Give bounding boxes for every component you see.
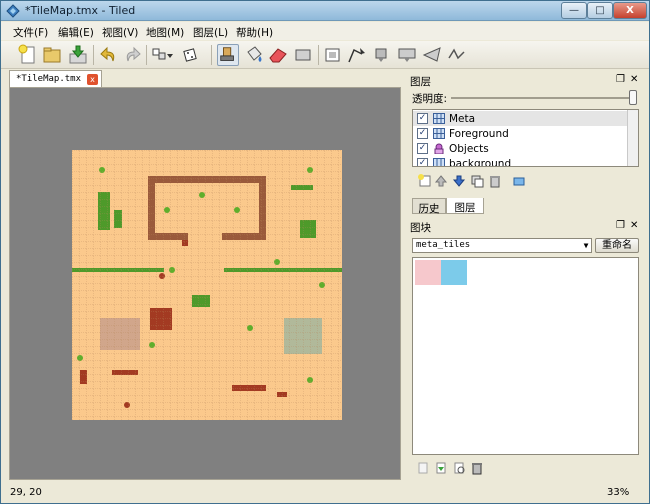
tile-map-canvas[interactable] [72,150,342,420]
main-toolbar [1,41,649,69]
menu-map[interactable]: 地图(M) [146,25,184,40]
layer-list[interactable]: ✓ Meta ✓ Foreground ✓ Objects ✓ backgrou… [412,109,639,167]
maximize-button[interactable]: □ [587,2,613,19]
layer-visibility-checkbox[interactable]: ✓ [417,158,428,166]
opacity-label: 透明度: [412,93,448,105]
opacity-slider-track[interactable] [451,97,637,99]
tab-layers[interactable]: 图层 [446,198,484,214]
import-tileset-icon[interactable] [434,461,448,475]
edit-tileset-icon[interactable] [452,461,466,475]
undo-icon[interactable] [98,44,120,66]
toolbar-separator [318,45,319,65]
layer-name: Objects [449,143,489,155]
layer-row-background[interactable]: ✓ background [413,156,627,167]
edit-polygon-icon[interactable] [346,44,368,66]
zoom-level: 33% [607,487,630,498]
insert-tile-icon[interactable] [396,44,418,66]
raise-layer-icon[interactable] [434,174,448,188]
tileset-select-value: meta_tiles [416,240,471,250]
layer-visibility-checkbox[interactable]: ✓ [417,128,428,139]
lower-layer-icon[interactable] [452,174,466,188]
insert-polyline-icon[interactable] [446,44,468,66]
random-icon[interactable] [181,44,203,66]
delete-layer-icon[interactable] [488,174,502,188]
undock-icon[interactable]: ❐ [616,220,625,231]
rectangle-select-icon[interactable] [292,44,314,66]
menu-layer[interactable]: 图层(L) [193,25,228,40]
tile-swatch[interactable] [441,260,467,285]
title-bar[interactable]: *TileMap.tmx - Tiled — □ X [1,1,649,21]
new-tileset-icon[interactable] [416,461,430,475]
menu-help[interactable]: 帮助(H) [236,25,273,40]
tile-layer-icon [433,158,445,166]
layer-list-scrollbar[interactable] [627,110,638,166]
cursor-coordinates: 29, 20 [10,487,42,498]
tab-history[interactable]: 历史 [412,198,446,215]
object-layer-icon [434,143,444,154]
close-button[interactable]: X [613,2,647,19]
stamp-dropdown-icon[interactable] [151,44,173,66]
close-panel-icon[interactable]: ✕ [630,220,638,231]
window-title: *TileMap.tmx - Tiled [25,4,136,17]
save-icon[interactable] [67,44,89,66]
eraser-icon[interactable] [267,44,289,66]
layer-name: Foreground [449,128,509,140]
insert-object-icon[interactable] [370,44,392,66]
close-tab-icon[interactable]: x [87,74,98,85]
tilesets-panel-title-bar: 图块 ❐ ✕ [408,218,643,234]
tiled-app-icon [6,4,20,18]
open-icon[interactable] [41,44,63,66]
document-tab-label: *TileMap.tmx [16,74,82,84]
close-panel-icon[interactable]: ✕ [630,74,638,85]
layers-panel-title: 图层 [410,76,431,88]
layers-panel-title-bar: 图层 ❐ ✕ [408,72,643,88]
tile-swatch[interactable] [415,260,441,285]
delete-tileset-icon[interactable] [470,461,484,475]
map-viewport[interactable] [9,87,401,480]
undock-icon[interactable]: ❐ [616,74,625,85]
redo-icon[interactable] [121,44,143,66]
menu-edit[interactable]: 编辑(E) [58,25,94,40]
layer-visibility-checkbox[interactable]: ✓ [417,143,428,154]
tilesets-panel-title: 图块 [410,222,431,234]
document-tab[interactable]: *TileMap.tmx x [9,70,102,87]
insert-polygon-icon[interactable] [421,44,443,66]
toolbar-separator [93,45,94,65]
tileset-toolbar [412,458,639,478]
rename-button[interactable]: 重命名 [595,238,639,253]
stamp-brush-icon[interactable] [217,44,239,66]
tile-grid [72,150,342,420]
toolbar-separator [146,45,147,65]
layer-toolbar [412,171,639,193]
new-icon[interactable] [17,44,39,66]
layer-visibility-checkbox[interactable]: ✓ [417,113,428,124]
chevron-down-icon[interactable]: ▼ [581,239,591,252]
toolbar-separator [211,45,212,65]
tileset-tiles-area[interactable] [412,257,639,455]
status-bar: 29, 20 33% [1,483,649,503]
duplicate-layer-icon[interactable] [470,174,484,188]
layer-row-meta[interactable]: ✓ Meta [413,111,627,126]
layer-row-objects[interactable]: ✓ Objects [413,141,627,156]
new-layer-icon[interactable] [418,174,432,188]
tile-layer-icon [433,128,445,139]
move-objects-icon[interactable] [322,44,344,66]
tileset-select[interactable]: meta_tiles ▼ [412,238,592,253]
tile-layer-icon [433,113,445,124]
layer-properties-icon[interactable] [512,174,526,188]
layer-name: Meta [449,113,476,125]
layer-row-foreground[interactable]: ✓ Foreground [413,126,627,141]
opacity-slider-handle[interactable] [629,90,637,105]
menu-file[interactable]: 文件(F) [13,25,48,40]
menu-bar: 文件(F) 编辑(E) 视图(V) 地图(M) 图层(L) 帮助(H) [1,22,649,40]
layer-name: background [449,158,512,167]
tiled-window: *TileMap.tmx - Tiled — □ X 文件(F) 编辑(E) 视… [0,0,650,504]
menu-view[interactable]: 视图(V) [102,25,138,40]
minimize-button[interactable]: — [561,2,587,19]
bucket-fill-icon[interactable] [243,44,265,66]
